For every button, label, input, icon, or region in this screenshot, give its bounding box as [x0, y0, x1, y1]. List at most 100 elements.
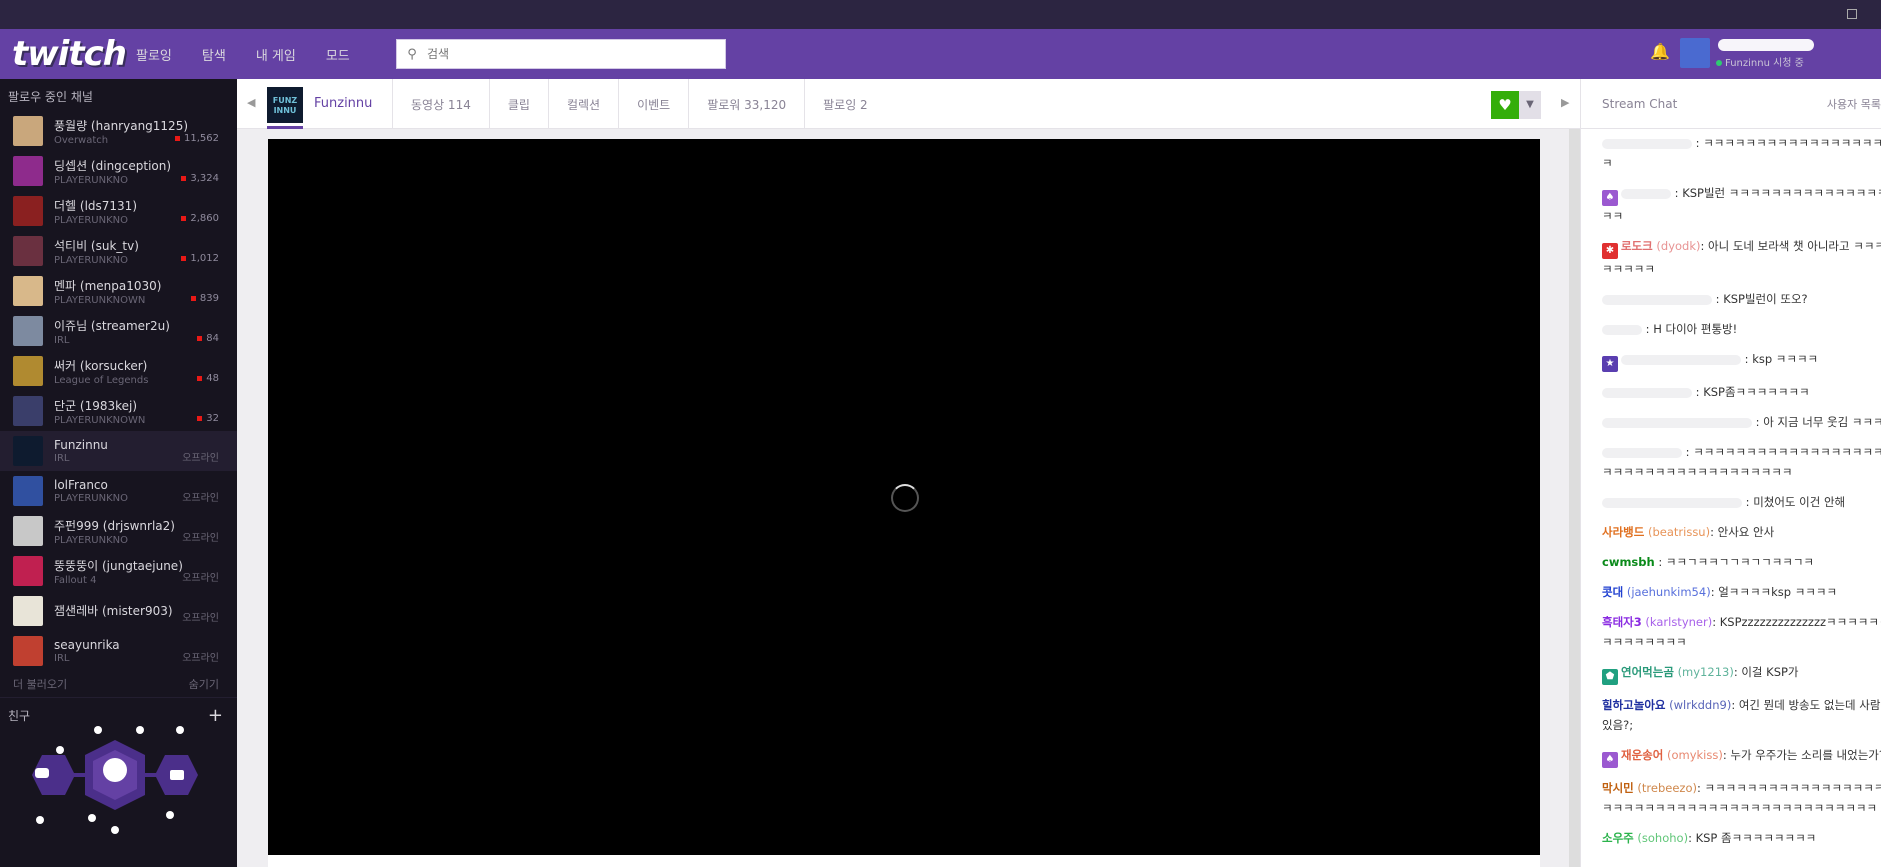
tab-events[interactable]: 이벤트	[618, 79, 688, 129]
viewer-count-value: 2,860	[190, 213, 219, 224]
viewer-count-value: 48	[206, 373, 219, 384]
chat-username[interactable]: 연어먹는곰	[1621, 665, 1674, 679]
tab-collections[interactable]: 컬렉션	[547, 79, 618, 129]
channel-name: 딩셉션 (dingception)	[54, 158, 172, 173]
channel-name[interactable]: Funzinnu	[314, 96, 372, 111]
chat-message: cwmsbh : ㅋㅋㄱㅋㅋㄱㄱㅋㄱㄱㅋㅋㄱㅋ	[1602, 555, 1815, 569]
chat-users-button[interactable]: 사용자 목록	[1827, 96, 1881, 112]
chat-username[interactable]: 재운송어	[1621, 748, 1663, 762]
redacted-username	[1621, 188, 1671, 199]
chat-message: ♠ : KSP빌런 ㅋㅋㅋㅋㅋㅋㅋㅋㅋㅋㅋㅋㅋㅋㅋㅋㅋㅋ	[1602, 183, 1881, 226]
tab-followers[interactable]: 팔로워 33,120	[688, 79, 804, 129]
loading-spinner-icon	[891, 484, 919, 512]
follow-heart-icon[interactable]: ♥	[1491, 91, 1519, 119]
tabs-scroll-left-icon[interactable]: ◀	[247, 96, 255, 109]
chat-message: : ㅋㅋㅋㅋㅋㅋㅋㅋㅋㅋㅋㅋㅋㅋㅋㅋㅋㅋㅋㅋㅋㅋㅋㅋㅋㅋㅋㅋㅋㅋㅋㅋㅋㅋㅋㅋㅋ	[1602, 442, 1881, 482]
chat-username[interactable]: 콧대	[1602, 585, 1623, 599]
sidebar-channel[interactable]: 딩셉션 (dingception) PLAYERUNKNO 3,324	[0, 151, 237, 191]
tab-videos[interactable]: 동영상 114	[392, 79, 489, 129]
chat-username[interactable]: 힐하고놀아요	[1602, 698, 1665, 712]
viewer-count: 1,012	[181, 253, 219, 264]
friend-icon-6	[88, 814, 96, 822]
chat-text: KSP좀ㅋㅋㅋㅋㅋㅋㅋ	[1703, 385, 1810, 399]
nav-mods[interactable]: 모드	[326, 45, 350, 64]
username-redacted	[1718, 39, 1814, 51]
sidebar-channel[interactable]: lolFranco PLAYERUNKNO 오프라인	[0, 471, 237, 511]
nav-following[interactable]: 팔로잉	[136, 45, 172, 64]
video-player[interactable]	[268, 139, 1540, 855]
channel-header: ◀ FUNZ INNU Funzinnu 동영상 114 클립 컬렉션 이벤트 …	[237, 79, 1580, 129]
channel-name: 단군 (1983kej)	[54, 398, 138, 413]
sidebar-channel[interactable]: Funzinnu IRL 오프라인	[0, 431, 237, 471]
twitch-logo[interactable]: twitch	[12, 34, 127, 74]
tab-clips[interactable]: 클립	[488, 79, 548, 129]
spade-badge-icon[interactable]: ♠	[1602, 752, 1618, 768]
channel-avatar	[13, 196, 43, 226]
chat-username[interactable]: 흑태자3	[1602, 615, 1642, 629]
chat-username[interactable]: 막시민	[1602, 781, 1634, 795]
star-badge-icon[interactable]: ★	[1602, 356, 1618, 372]
restore-window-icon[interactable]	[1847, 9, 1857, 19]
main-content	[237, 129, 1580, 867]
pentagon-badge-icon[interactable]: ⬟	[1602, 669, 1618, 685]
live-dot-icon	[197, 335, 203, 341]
channel-avatar	[13, 596, 43, 626]
sidebar-channel[interactable]: 잼샌레바 (mister903) 오프라인	[0, 591, 237, 631]
channel-avatar	[13, 276, 43, 306]
sidebar-channel[interactable]: 써커 (korsucker) League of Legends 48	[0, 351, 237, 391]
hide-link[interactable]: 숨기기	[189, 676, 219, 692]
live-dot-icon	[197, 415, 203, 421]
spade-badge-icon[interactable]: ♠	[1602, 190, 1618, 206]
load-more-link[interactable]: 더 불러오기	[13, 676, 67, 692]
live-dot-icon	[197, 375, 203, 381]
add-friend-icon[interactable]: +	[208, 705, 223, 726]
notifications-bell-icon[interactable]: 🔔	[1650, 42, 1670, 61]
channel-name: 풍월량 (hanryang1125)	[54, 118, 189, 133]
sidebar-channel[interactable]: 뚱뚱뚱이 (jungtaejune) Fallout 4 오프라인	[0, 551, 237, 591]
channel-logo[interactable]: FUNZ INNU	[267, 87, 303, 123]
nav-browse[interactable]: 탐색	[202, 45, 226, 64]
below-player-area	[268, 855, 1540, 867]
sidebar-channel[interactable]: 풍월량 (hanryang1125) Overwatch 11,562	[0, 111, 237, 151]
channel-avatar	[13, 116, 43, 146]
chat-message: : ㅋㅋㅋㅋㅋㅋㅋㅋㅋㅋㅋㅋㅋㅋㅋㅋㅋㅋㅋ	[1602, 133, 1881, 173]
chat-message: 흑태자3 (karlstyner): KSPzzzzzzzzzzzzzzㅋㅋㅋㅋ…	[1602, 612, 1881, 652]
chat-login: (dyodk)	[1656, 239, 1701, 253]
chat-text: 얼ㅋㅋㅋㅋksp ㅋㅋㅋㅋ	[1718, 585, 1838, 599]
user-avatar[interactable]	[1680, 38, 1710, 68]
user-icon-center	[103, 758, 127, 782]
search-input[interactable]	[427, 47, 725, 61]
redacted-username	[1621, 354, 1741, 365]
chat-message: : KSP좀ㅋㅋㅋㅋㅋㅋㅋ	[1602, 382, 1881, 402]
chat-username[interactable]: 사라뱅드	[1602, 525, 1644, 539]
offline-label: 오프라인	[182, 493, 219, 504]
sidebar-channel[interactable]: 주펀999 (drjswnrla2) PLAYERUNKNO 오프라인	[0, 511, 237, 551]
nav-my-games[interactable]: 내 게임	[256, 45, 296, 64]
viewer-count-value: 84	[206, 333, 219, 344]
sidebar-channel[interactable]: 석티비 (suk_tv) PLAYERUNKNO 1,012	[0, 231, 237, 271]
channel-avatar	[13, 156, 43, 186]
viewer-count-value: 3,324	[190, 173, 219, 184]
chat-login: (wlrkddn9)	[1669, 698, 1732, 712]
sidebar-channel[interactable]: seayunrika IRL 오프라인	[0, 631, 237, 671]
friend-icon-8	[166, 811, 174, 819]
channel-name: 석티비 (suk_tv)	[54, 238, 139, 253]
channel-name: 이쥬님 (streamer2u)	[54, 318, 170, 333]
follow-options-chevron-down-icon[interactable]: ▼	[1519, 91, 1541, 119]
sidebar-channel[interactable]: 단군 (1983kej) PLAYERUNKNOWN 32	[0, 391, 237, 431]
sidebar-channel[interactable]: 멘파 (menpa1030) PLAYERUNKNOWN 839	[0, 271, 237, 311]
channel-name: 써커 (korsucker)	[54, 358, 148, 373]
user-menu[interactable]: Funzinnu 시청 중	[1716, 38, 1846, 69]
chat-username[interactable]: 로도크	[1621, 239, 1653, 253]
tabs-scroll-right-icon[interactable]: ▶	[1561, 96, 1569, 109]
chat-message: 막시민 (trebeezo): ㅋㅋㅋㅋㅋㅋㅋㅋㅋㅋㅋㅋㅋㅋㅋㅋㅋㅋㅋㅋㅋㅋㅋㅋ…	[1602, 778, 1881, 818]
gear-badge-icon[interactable]: ✱	[1602, 243, 1618, 259]
tab-following[interactable]: 팔로잉 2	[804, 79, 886, 129]
chat-text: ㅋㅋㄱㅋㅋㄱㄱㅋㄱㄱㅋㅋㄱㅋ	[1665, 555, 1815, 569]
sidebar-channel[interactable]: 이쥬님 (streamer2u) IRL 84	[0, 311, 237, 351]
nav-links: 팔로잉 탐색 내 게임 모드	[136, 29, 350, 79]
main-scrollbar[interactable]	[1569, 129, 1580, 867]
chat-username[interactable]: 소우주	[1602, 831, 1634, 845]
chat-username[interactable]: cwmsbh	[1602, 555, 1655, 569]
sidebar-channel[interactable]: 더헬 (lds7131) PLAYERUNKNO 2,860	[0, 191, 237, 231]
